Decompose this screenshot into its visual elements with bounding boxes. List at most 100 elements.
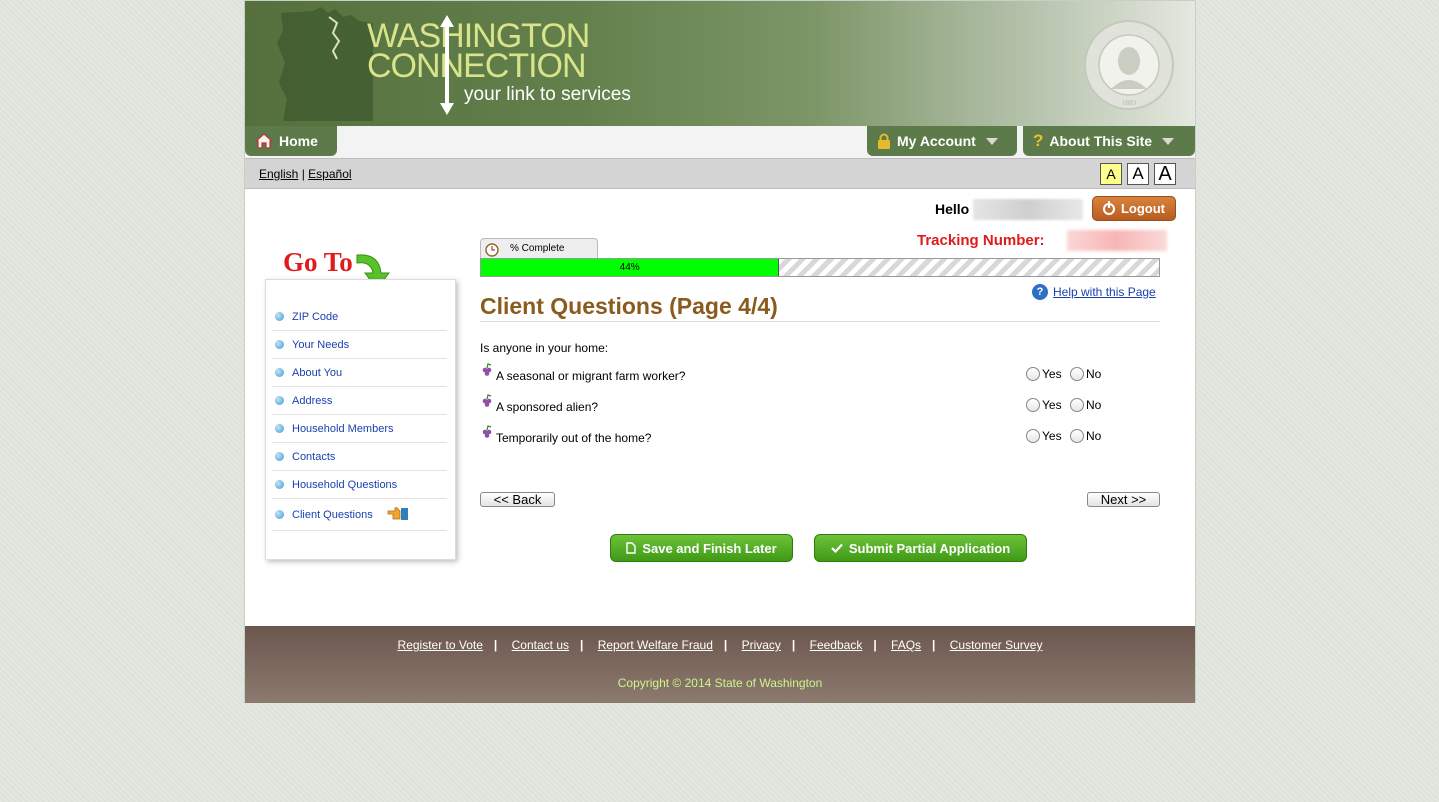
footer-separator: | [580, 638, 584, 652]
no-radio[interactable] [1070, 429, 1084, 443]
nav-my-account-menu[interactable]: My Account [867, 126, 1017, 156]
help-link[interactable]: ? Help with this Page [1032, 284, 1156, 300]
logo-tagline: your link to services [464, 84, 631, 105]
nav-about-label: About This Site [1049, 133, 1153, 149]
sidebar-item-label: Household Questions [292, 478, 398, 491]
sidebar-item-label: Your Needs [292, 338, 350, 351]
text-size-small-button[interactable]: A [1100, 163, 1122, 185]
no-option[interactable]: No [1070, 429, 1101, 443]
progress-tab: % Complete [480, 238, 598, 258]
nav-home-label: Home [279, 133, 318, 149]
grape-icon [480, 363, 494, 380]
progress-bar-fill: 44% [481, 259, 780, 276]
yes-radio[interactable] [1026, 398, 1040, 412]
redacted-username [973, 199, 1083, 220]
site-header: WASHINGTON CONNECTION your link to servi… [245, 1, 1195, 126]
sidebar-item-label: Contacts [292, 450, 336, 463]
text-size-medium-button[interactable]: A [1127, 163, 1149, 185]
goto-heading: Go To [283, 247, 353, 277]
goto-navigation-panel: ZIP Code Your Needs About You Address Ho… [265, 279, 456, 560]
question-text: A seasonal or migrant farm worker? [496, 369, 686, 383]
yes-option[interactable]: Yes [1026, 429, 1062, 443]
bullet-icon [275, 368, 284, 377]
bullet-icon [275, 510, 284, 519]
sidebar-item-label: Address [292, 394, 333, 407]
question-text: A sponsored alien? [496, 400, 599, 414]
no-label: No [1086, 429, 1102, 443]
yes-radio[interactable] [1026, 367, 1040, 381]
sidebar-item-label: About You [292, 366, 343, 379]
submit-partial-application-button[interactable]: Submit Partial Application [814, 534, 1027, 562]
espanol-link[interactable]: Español [308, 167, 351, 181]
no-option[interactable]: No [1070, 398, 1101, 412]
yes-radio[interactable] [1026, 429, 1040, 443]
sidebar-item-about-you[interactable]: About You [272, 359, 447, 387]
lock-icon [877, 133, 891, 149]
sidebar-item-label: Client Questions [292, 508, 373, 521]
clock-icon [485, 243, 499, 257]
logout-button[interactable]: Logout [1092, 196, 1176, 221]
no-option[interactable]: No [1070, 367, 1101, 381]
sidebar-item-contacts[interactable]: Contacts [272, 443, 447, 471]
no-label: No [1086, 398, 1102, 412]
document-icon [626, 542, 637, 554]
footer-separator: | [932, 638, 936, 652]
title-divider [480, 321, 1160, 322]
language-separator: | [301, 167, 305, 181]
back-button[interactable]: << Back [480, 492, 555, 507]
sidebar-item-address[interactable]: Address [272, 387, 447, 415]
progress-tab-label: % Complete [510, 243, 565, 254]
no-radio[interactable] [1070, 398, 1084, 412]
grape-icon [480, 394, 494, 411]
progress-percent-text: 44% [619, 262, 640, 273]
sidebar-item-client-questions[interactable]: Client Questions [272, 499, 447, 531]
yes-option[interactable]: Yes [1026, 367, 1062, 381]
home-icon [255, 133, 273, 149]
no-radio[interactable] [1070, 367, 1084, 381]
sidebar-item-household-questions[interactable]: Household Questions [272, 471, 447, 499]
footer-separator: | [873, 638, 877, 652]
nav-about-menu[interactable]: ? About This Site [1023, 126, 1195, 156]
footer-link-register-to-vote[interactable]: Register to Vote [398, 638, 483, 652]
sidebar-item-household-members[interactable]: Household Members [272, 415, 447, 443]
power-icon [1102, 200, 1115, 215]
logout-label: Logout [1120, 201, 1166, 216]
site-logo[interactable]: WASHINGTON CONNECTION your link to servi… [367, 19, 631, 104]
yes-label: Yes [1042, 398, 1062, 412]
footer-link-customer-survey[interactable]: Customer Survey [950, 638, 1043, 652]
yes-option[interactable]: Yes [1026, 398, 1062, 412]
sidebar-item-your-needs[interactable]: Your Needs [272, 331, 447, 359]
save-finish-later-button[interactable]: Save and Finish Later [610, 534, 793, 562]
footer-separator: | [791, 638, 796, 652]
help-link-label[interactable]: Help with this Page [1053, 285, 1156, 299]
bullet-icon [275, 340, 284, 349]
question-row: A sponsored alien? Yes No [480, 394, 1160, 418]
chevron-down-icon [1162, 137, 1175, 145]
nav-home-button[interactable]: Home [245, 126, 337, 156]
state-seal-icon: 1889 [1084, 20, 1174, 110]
greeting-label: Hello [935, 201, 970, 217]
sidebar-item-label: Household Members [292, 422, 394, 435]
yes-label: Yes [1042, 429, 1062, 443]
next-button[interactable]: Next >> [1087, 492, 1160, 507]
chevron-down-icon [985, 137, 998, 145]
footer-link-contact-us[interactable]: Contact us [512, 638, 569, 652]
footer-link-feedback[interactable]: Feedback [810, 638, 863, 652]
footer-link-faqs[interactable]: FAQs [891, 638, 921, 652]
svg-text:1889: 1889 [1122, 99, 1137, 107]
footer-separator: | [493, 638, 498, 652]
progress-bar: 44% [480, 258, 1160, 277]
save-finish-later-label: Save and Finish Later [642, 540, 777, 556]
bullet-icon [275, 424, 284, 433]
english-link[interactable]: English [259, 167, 298, 181]
question-intro: Is anyone in your home: [480, 341, 609, 355]
redacted-tracking-number [1067, 230, 1167, 251]
footer-link-report-welfare-fraud[interactable]: Report Welfare Fraud [598, 638, 713, 652]
footer-link-privacy[interactable]: Privacy [742, 638, 781, 652]
sidebar-item-zip-code[interactable]: ZIP Code [272, 303, 447, 331]
question-text: Temporarily out of the home? [496, 431, 652, 445]
text-size-large-button[interactable]: A [1154, 163, 1176, 185]
checkmark-icon [831, 543, 843, 553]
submit-partial-application-label: Submit Partial Application [848, 540, 1011, 556]
bullet-icon [275, 396, 284, 405]
